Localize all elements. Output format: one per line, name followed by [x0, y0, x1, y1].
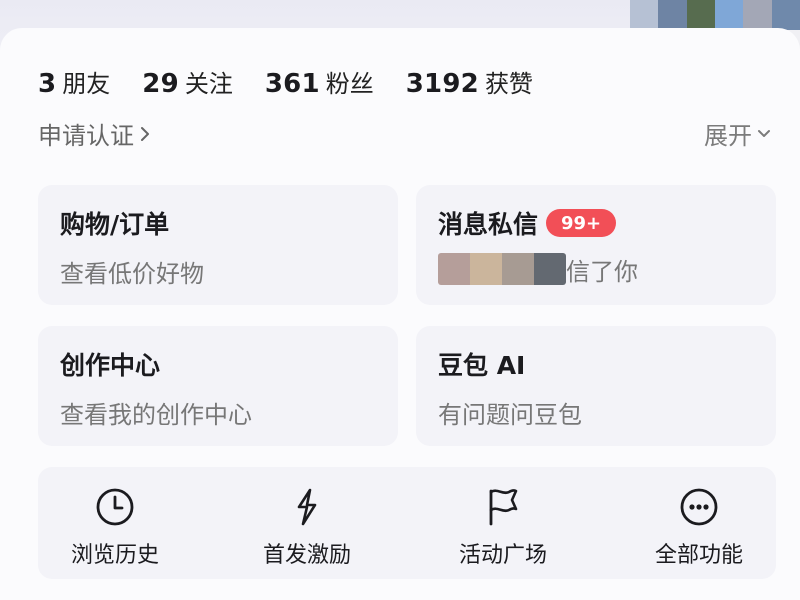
profile-stats: 3 朋友 29 关注 361 粉丝 3192 获赞: [38, 64, 533, 99]
tool-history-label: 浏览历史: [70, 543, 159, 568]
expand-button[interactable]: 展开: [704, 116, 772, 151]
shopping-orders-card[interactable]: 购物/订单 查看低价好物: [38, 185, 398, 305]
flag-icon: [489, 489, 518, 526]
apply-verification-label: 申请认证: [38, 122, 134, 150]
tool-debut-incentive-label: 首发激励: [262, 543, 351, 568]
tool-activity-square[interactable]: 活动广场: [428, 485, 578, 569]
expand-label: 展开: [704, 122, 752, 150]
messages-card[interactable]: 消息私信 99+ 信了你: [416, 185, 776, 305]
messages-title: 消息私信: [438, 210, 539, 239]
shopping-orders-subtitle: 查看低价好物: [60, 260, 204, 288]
chevron-right-icon: [141, 126, 149, 141]
creator-center-title: 创作中心: [60, 351, 161, 380]
message-preview-text: 信了你: [566, 257, 638, 286]
stat-followers-label: 粉丝: [325, 70, 374, 98]
tool-all-features-label: 全部功能: [654, 543, 743, 568]
stat-followers[interactable]: 361 粉丝: [265, 64, 374, 99]
more-icon: [680, 488, 718, 526]
unread-badge: 99+: [546, 209, 617, 237]
tool-activity-square-label: 活动广场: [458, 543, 547, 568]
creator-center-subtitle: 查看我的创作中心: [60, 401, 252, 429]
clock-icon: [96, 488, 134, 526]
doubao-ai-subtitle: 有问题问豆包: [438, 401, 582, 429]
spark-icon: [297, 488, 317, 526]
doubao-ai-card[interactable]: 豆包 AI 有问题问豆包: [416, 326, 776, 446]
chevron-down-icon: [758, 129, 770, 137]
messages-title-row: 消息私信 99+: [438, 205, 617, 241]
tool-debut-incentive[interactable]: 首发激励: [232, 485, 382, 569]
stat-followers-count: 361: [264, 69, 320, 99]
stat-following-label: 关注: [184, 70, 233, 98]
stat-likes-label: 获赞: [484, 70, 533, 98]
stat-following-count: 29: [142, 69, 179, 99]
tool-history[interactable]: 浏览历史: [40, 485, 190, 569]
shopping-orders-title: 购物/订单: [60, 210, 170, 239]
message-preview: 信了你: [438, 253, 638, 286]
tools-grid: 浏览历史 首发激励 活动广场 全部功能: [38, 467, 776, 579]
stat-likes[interactable]: 3192 获赞: [406, 64, 533, 99]
stat-friends[interactable]: 3 朋友: [38, 64, 110, 99]
blurred-avatar-strip: [438, 253, 566, 285]
stat-likes-count: 3192: [405, 69, 479, 99]
tool-all-features[interactable]: 全部功能: [624, 485, 774, 569]
apply-verification-link[interactable]: 申请认证: [38, 116, 152, 151]
doubao-ai-title: 豆包 AI: [438, 351, 526, 380]
stat-following[interactable]: 29 关注: [142, 64, 233, 99]
stat-friends-count: 3: [38, 69, 57, 99]
profile-sheet: 3 朋友 29 关注 361 粉丝 3192 获赞 申请认证 展开 购物/订单 …: [0, 28, 800, 600]
creator-center-card[interactable]: 创作中心 查看我的创作中心: [38, 326, 398, 446]
stat-friends-label: 朋友: [62, 70, 111, 98]
